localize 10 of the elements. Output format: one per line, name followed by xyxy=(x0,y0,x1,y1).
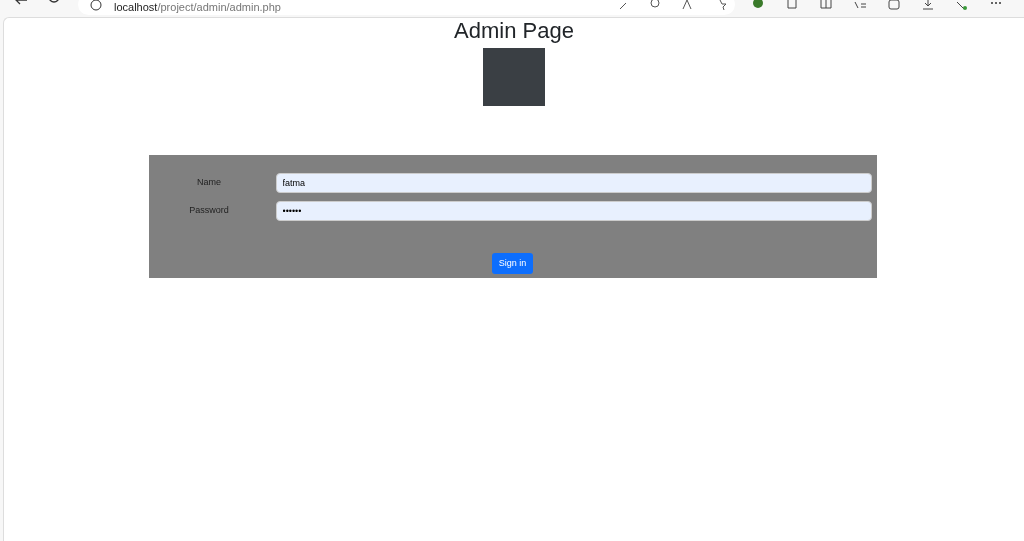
input-field[interactable]: fatma xyxy=(275,173,872,193)
input-field[interactable]: •••••• xyxy=(275,201,872,221)
page-title: Admin Page xyxy=(454,18,574,44)
field-label: Password xyxy=(189,204,229,218)
photo-placeholder xyxy=(483,48,545,106)
address-bar[interactable]: localhost/project/admin/admin.php xyxy=(78,0,735,15)
url-text[interactable]: localhost/project/admin/admin.php xyxy=(114,0,281,14)
sign-in-button[interactable]: Sign in xyxy=(491,253,534,274)
download-icon[interactable] xyxy=(922,0,934,10)
field-label: Name xyxy=(197,176,221,190)
